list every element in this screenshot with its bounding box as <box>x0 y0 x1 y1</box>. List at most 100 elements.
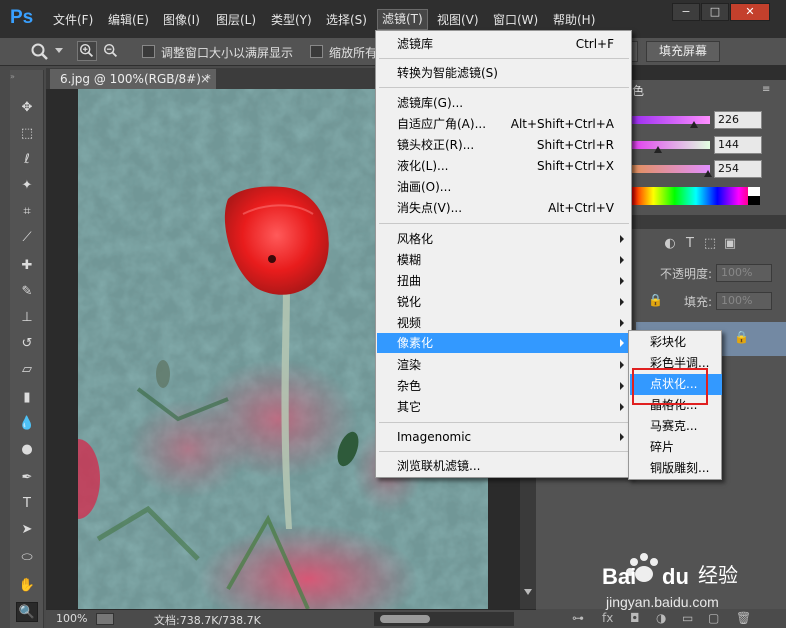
gradient-tool-icon[interactable]: ▮ <box>16 388 38 408</box>
color-panel-menu-icon[interactable]: ≡ <box>762 84 770 95</box>
panel-grip-icon[interactable]: » <box>10 72 26 81</box>
green-slider-knob[interactable] <box>654 146 662 153</box>
zoom-in-icon[interactable] <box>77 41 97 61</box>
crop-tool-icon[interactable]: ⌗ <box>16 202 38 222</box>
shape-tool-icon[interactable]: ⬭ <box>16 548 38 568</box>
oil-paint[interactable]: 油画(O)... <box>377 177 632 197</box>
pen-tool-icon[interactable]: ✒ <box>16 468 38 488</box>
menu-image[interactable]: 图像(I) <box>163 11 200 29</box>
eraser-tool-icon[interactable]: ▱ <box>16 360 38 380</box>
hand-tool-icon[interactable]: ✋ <box>16 576 38 596</box>
imagenomic-submenu[interactable]: Imagenomic <box>377 427 632 447</box>
zoom-out-icon[interactable] <box>102 42 120 60</box>
fragment-item[interactable]: 碎片 <box>630 437 722 458</box>
convert-smart-filters[interactable]: 转换为智能滤镜(S) <box>377 63 632 83</box>
history-brush-icon[interactable]: ↺ <box>16 334 38 354</box>
link-layers-icon[interactable]: ⊶ <box>572 611 584 625</box>
menu-separator <box>379 58 629 59</box>
filter-gallery-last[interactable]: 滤镜库 Ctrl+F <box>377 34 632 54</box>
black-white-swatch[interactable] <box>748 187 760 205</box>
lasso-tool-icon[interactable]: ℓ <box>16 150 38 170</box>
menu-file[interactable]: 文件(F) <box>53 11 93 29</box>
status-info-icon[interactable] <box>96 613 114 625</box>
brush-tool-icon[interactable]: ✎ <box>16 282 38 302</box>
menu-window[interactable]: 窗口(W) <box>493 11 538 29</box>
document-tab[interactable]: 6.jpg @ 100%(RGB/8#) * × <box>50 69 216 89</box>
tool-preset-dropdown-icon[interactable] <box>55 48 63 53</box>
red-slider-knob[interactable] <box>690 121 698 128</box>
zoom-tool-icon[interactable] <box>30 42 50 62</box>
shape-layer-filter-icon[interactable]: ⬚ <box>700 236 720 251</box>
delete-layer-icon[interactable]: 🗑 <box>736 611 751 625</box>
blur-tool-icon[interactable]: 💧 <box>16 414 38 434</box>
blur-submenu[interactable]: 模糊 <box>377 250 632 270</box>
menu-filter[interactable]: 滤镜(T) <box>377 9 428 30</box>
marquee-tool-icon[interactable]: ⬚ <box>16 124 38 144</box>
color-panel-title[interactable]: 色 <box>632 82 644 99</box>
magic-wand-icon[interactable]: ✦ <box>16 176 38 196</box>
smart-object-filter-icon[interactable]: ▣ <box>720 236 740 251</box>
mosaic-item[interactable]: 马赛克... <box>630 416 722 437</box>
green-slider[interactable] <box>632 141 710 149</box>
type-tool-icon[interactable]: T <box>16 494 38 514</box>
vanishing-point[interactable]: 消失点(V)... Alt+Ctrl+V <box>377 198 632 218</box>
menu-layer[interactable]: 图层(L) <box>216 11 256 29</box>
fill-field[interactable]: 100% <box>716 292 772 310</box>
mezzotint-item[interactable]: 铜版雕刻... <box>630 458 722 479</box>
move-tool-icon[interactable]: ✥ <box>16 98 38 118</box>
path-selection-icon[interactable]: ➤ <box>16 520 38 540</box>
red-value-field[interactable]: 226 <box>714 111 762 129</box>
horizontal-scroll-thumb[interactable] <box>380 615 430 623</box>
add-mask-icon[interactable]: ◘ <box>630 611 640 625</box>
document-tab-close-icon[interactable]: × <box>200 69 210 89</box>
video-submenu[interactable]: 视频 <box>377 313 632 333</box>
horizontal-scrollbar[interactable] <box>374 612 514 626</box>
restore-button[interactable]: □ <box>701 3 729 21</box>
scroll-down-arrow-icon[interactable] <box>524 589 532 597</box>
close-button[interactable]: ✕ <box>730 3 770 21</box>
opacity-field[interactable]: 100% <box>716 264 772 282</box>
type-layer-filter-icon[interactable]: T <box>680 236 700 251</box>
red-slider[interactable] <box>632 116 710 124</box>
blue-slider-knob[interactable] <box>704 170 712 177</box>
resize-windows-checkbox[interactable] <box>142 45 155 58</box>
stylize-submenu[interactable]: 风格化 <box>377 229 632 249</box>
distort-submenu[interactable]: 扭曲 <box>377 271 632 291</box>
menu-edit[interactable]: 编辑(E) <box>108 11 149 29</box>
fill-screen-button[interactable]: 填充屏幕 <box>646 41 720 62</box>
fill-label: 填充: <box>684 295 713 309</box>
adjustment-layer-icon[interactable]: ◑ <box>656 611 666 625</box>
zoom-all-checkbox[interactable] <box>310 45 323 58</box>
eyedropper-tool-icon[interactable]: ⟋ <box>16 228 38 248</box>
zoom-tool-selected-icon[interactable]: 🔍 <box>16 602 38 622</box>
new-layer-icon[interactable]: ▢ <box>708 611 719 625</box>
minimize-button[interactable]: − <box>672 3 700 21</box>
blue-value-field[interactable]: 254 <box>714 160 762 178</box>
clone-stamp-icon[interactable]: ⊥ <box>16 308 38 328</box>
adaptive-wide-angle[interactable]: 自适应广角(A)... Alt+Shift+Ctrl+A <box>377 114 632 134</box>
other-submenu[interactable]: 其它 <box>377 397 632 417</box>
pixel-layer-filter-icon[interactable]: ◐ <box>660 236 680 251</box>
lock-icon[interactable]: 🔒 <box>648 293 663 307</box>
blue-slider[interactable] <box>632 165 710 173</box>
liquify[interactable]: 液化(L)... Shift+Ctrl+X <box>377 156 632 176</box>
green-value-field[interactable]: 144 <box>714 136 762 154</box>
menu-type[interactable]: 类型(Y) <box>271 11 312 29</box>
menu-help[interactable]: 帮助(H) <box>553 11 595 29</box>
fx-icon[interactable]: fx <box>602 611 613 625</box>
new-group-icon[interactable]: ▭ <box>682 611 693 625</box>
lens-correction[interactable]: 镜头校正(R)... Shift+Ctrl+R <box>377 135 632 155</box>
noise-submenu[interactable]: 杂色 <box>377 376 632 396</box>
browse-filters-online[interactable]: 浏览联机滤镜... <box>377 456 632 476</box>
render-submenu[interactable]: 渲染 <box>377 355 632 375</box>
dodge-tool-icon[interactable]: ● <box>16 440 38 460</box>
color-spectrum-bar[interactable] <box>632 187 760 205</box>
healing-brush-icon[interactable]: ✚ <box>16 256 38 276</box>
menu-select[interactable]: 选择(S) <box>326 11 367 29</box>
pixelate-submenu[interactable]: 像素化 <box>377 333 632 353</box>
zoom-level[interactable]: 100% <box>56 612 87 625</box>
facet-item[interactable]: 彩块化 <box>630 332 722 353</box>
menu-view[interactable]: 视图(V) <box>437 11 479 29</box>
sharpen-submenu[interactable]: 锐化 <box>377 292 632 312</box>
filter-gallery[interactable]: 滤镜库(G)... <box>377 93 632 113</box>
